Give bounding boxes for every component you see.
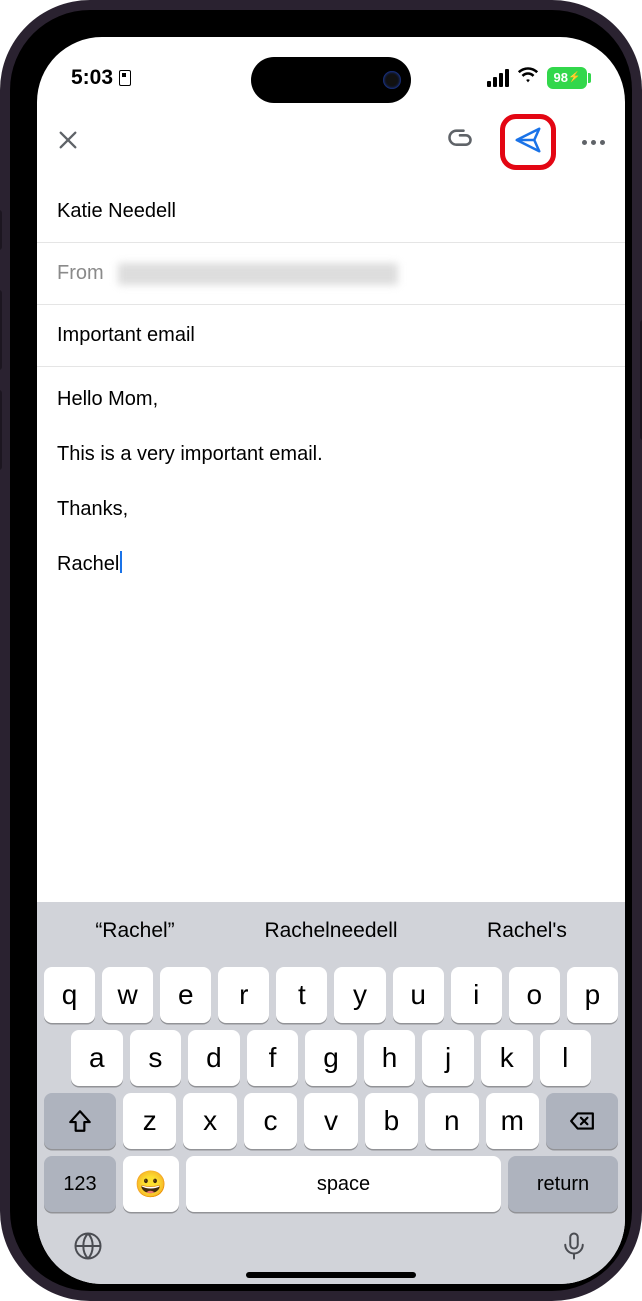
body-line: This is a very important email. — [57, 440, 605, 469]
key-r[interactable]: r — [218, 967, 269, 1023]
key-row-3: z x c v b n m — [37, 1086, 625, 1149]
send-button-highlight — [500, 114, 556, 170]
mute-switch — [0, 210, 2, 250]
to-value: Katie Needell — [57, 200, 176, 222]
close-button[interactable] — [57, 129, 79, 156]
body-line: Thanks, — [57, 495, 605, 524]
sim-icon — [119, 70, 131, 86]
key-row-2: a s d f g h j k l — [37, 1023, 625, 1086]
to-field[interactable]: Katie Needell — [37, 181, 625, 243]
send-button[interactable] — [513, 125, 543, 160]
backspace-key[interactable] — [546, 1093, 618, 1149]
key-t[interactable]: t — [276, 967, 327, 1023]
from-field[interactable]: From — [37, 243, 625, 305]
battery-percent: 98 — [554, 70, 568, 85]
battery-icon: 98⚡ — [547, 67, 591, 89]
cellular-icon — [487, 69, 509, 87]
key-u[interactable]: u — [393, 967, 444, 1023]
subject-field[interactable]: Important email — [37, 305, 625, 367]
status-time: 5:03 — [71, 66, 113, 90]
key-a[interactable]: a — [71, 1030, 123, 1086]
key-m[interactable]: m — [486, 1093, 539, 1149]
key-e[interactable]: e — [160, 967, 211, 1023]
wifi-icon — [517, 66, 539, 89]
return-key[interactable]: return — [508, 1156, 618, 1212]
key-y[interactable]: y — [334, 967, 385, 1023]
key-c[interactable]: c — [244, 1093, 297, 1149]
globe-key[interactable] — [73, 1231, 103, 1266]
dictation-key[interactable] — [559, 1231, 589, 1266]
key-s[interactable]: s — [130, 1030, 182, 1086]
key-row-4: 123 😀 space return — [37, 1149, 625, 1212]
key-d[interactable]: d — [188, 1030, 240, 1086]
key-n[interactable]: n — [425, 1093, 478, 1149]
subject-value: Important email — [57, 324, 195, 346]
key-row-1: q w e r t y u i o p — [37, 960, 625, 1023]
key-g[interactable]: g — [305, 1030, 357, 1086]
key-o[interactable]: o — [509, 967, 560, 1023]
body-line: Hello Mom, — [57, 385, 605, 414]
text-cursor — [120, 551, 122, 573]
body-textarea[interactable]: Hello Mom, This is a very important emai… — [37, 367, 625, 902]
attachment-button[interactable] — [446, 126, 474, 159]
suggestion-3[interactable]: Rachel's — [429, 919, 625, 943]
emoji-key[interactable]: 😀 — [123, 1156, 179, 1212]
body-line: Rachel — [57, 550, 605, 579]
volume-down-button — [0, 390, 2, 470]
key-x[interactable]: x — [183, 1093, 236, 1149]
suggestion-bar: “Rachel” Rachelneedell Rachel's — [37, 902, 625, 960]
shift-key[interactable] — [44, 1093, 116, 1149]
key-p[interactable]: p — [567, 967, 618, 1023]
key-z[interactable]: z — [123, 1093, 176, 1149]
key-k[interactable]: k — [481, 1030, 533, 1086]
key-b[interactable]: b — [365, 1093, 418, 1149]
numbers-key[interactable]: 123 — [44, 1156, 116, 1212]
key-h[interactable]: h — [364, 1030, 416, 1086]
key-v[interactable]: v — [304, 1093, 357, 1149]
space-key[interactable]: space — [186, 1156, 501, 1212]
key-l[interactable]: l — [540, 1030, 592, 1086]
keyboard-footer — [37, 1212, 625, 1272]
dynamic-island — [251, 57, 411, 103]
compose-header — [37, 103, 625, 181]
volume-up-button — [0, 290, 2, 370]
from-address-redacted — [118, 263, 398, 285]
more-button[interactable] — [582, 140, 605, 145]
key-q[interactable]: q — [44, 967, 95, 1023]
from-label: From — [57, 262, 104, 285]
keyboard: “Rachel” Rachelneedell Rachel's q w e r … — [37, 902, 625, 1284]
suggestion-1[interactable]: “Rachel” — [37, 919, 233, 943]
key-f[interactable]: f — [247, 1030, 299, 1086]
phone-frame: 5:03 98⚡ — [0, 0, 642, 1301]
key-j[interactable]: j — [422, 1030, 474, 1086]
suggestion-2[interactable]: Rachelneedell — [233, 919, 429, 943]
home-indicator[interactable] — [246, 1272, 416, 1278]
key-w[interactable]: w — [102, 967, 153, 1023]
key-i[interactable]: i — [451, 967, 502, 1023]
compose-fields: Katie Needell From Important email — [37, 181, 625, 367]
